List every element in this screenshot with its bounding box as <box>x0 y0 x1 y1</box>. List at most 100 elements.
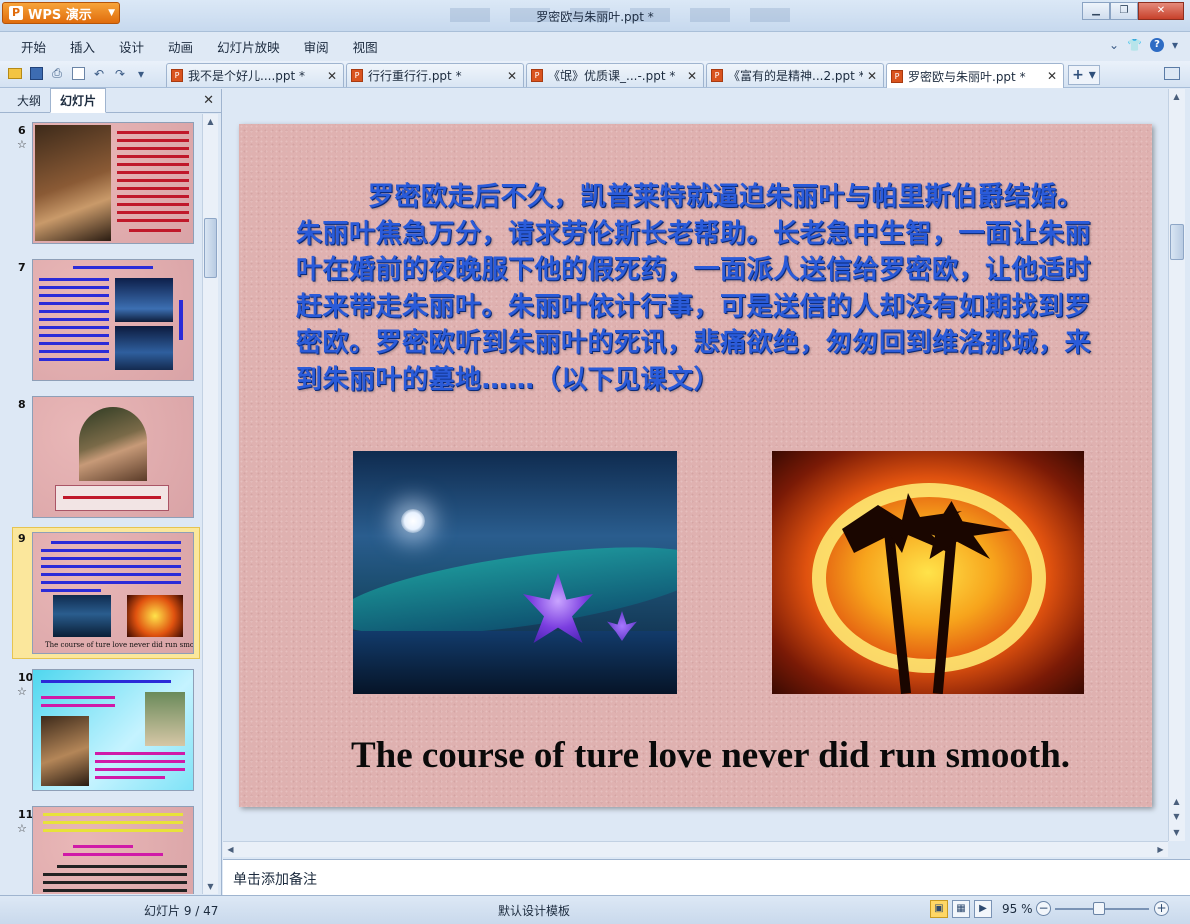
zoom-slider-handle[interactable] <box>1093 902 1105 915</box>
template-name: 默认设计模板 <box>498 904 571 918</box>
thumbnail-scrollbar[interactable]: ▲ ▼ <box>202 114 218 894</box>
close-icon[interactable]: ✕ <box>203 93 214 108</box>
slide-number: 9 <box>18 532 26 545</box>
doc-tab-1[interactable]: P 我不是个好儿....ppt * ✕ <box>166 63 344 87</box>
open-folder-icon[interactable] <box>6 64 24 83</box>
status-bar: 幻灯片 9 / 47 默认设计模板 ▣ ▦ ▶ 95 % − + <box>0 895 1190 924</box>
slide-thumbnail[interactable] <box>32 122 194 244</box>
customize-toolbar-icon[interactable]: ▾ <box>132 64 150 83</box>
maximize-button[interactable]: ❐ <box>1110 2 1138 20</box>
slide-counter: 幻灯片 9 / 47 <box>144 904 219 918</box>
thumbnail-row-9-selected[interactable]: 9 The course of ture love never did run … <box>0 527 202 661</box>
close-icon[interactable]: ✕ <box>1047 69 1057 83</box>
slideshow-view-icon[interactable]: ▶ <box>974 900 992 918</box>
thumb-photo <box>35 125 111 241</box>
slide-number: 8 <box>18 398 26 411</box>
slide-caption[interactable]: The course of ture love never did run sm… <box>239 734 1152 777</box>
scroll-up-icon[interactable]: ▲ <box>203 114 218 129</box>
thumbnail-row-7[interactable]: 7 <box>0 259 202 385</box>
doc-tab-label: 我不是个好儿....ppt * <box>188 69 306 83</box>
undo-icon[interactable]: ↶ <box>90 64 108 83</box>
doc-tab-5-active[interactable]: P 罗密欧与朱丽叶.ppt * ✕ <box>886 63 1064 88</box>
doc-tab-label: 罗密欧与朱丽叶.ppt * <box>908 69 1026 84</box>
panel-tabs: 大纲 幻灯片 ✕ <box>0 88 221 113</box>
slide-thumbnail[interactable]: The course of ture love never did run sm… <box>32 532 194 654</box>
editor-horizontal-scrollbar[interactable]: ◀ ▶ <box>223 841 1168 857</box>
ppt-file-icon: P <box>891 69 903 83</box>
quick-toolbar: ⎙ ↶ ↷ ▾ P 我不是个好儿....ppt * ✕ P 行行重行行.ppt … <box>0 61 1190 88</box>
scroll-right-icon[interactable]: ▶ <box>1153 842 1168 857</box>
menu-animation[interactable]: 动画 <box>157 37 206 56</box>
ribbon-collapse-icon[interactable]: ⌄ <box>1109 38 1119 52</box>
animation-star-icon: ☆ <box>17 822 27 835</box>
slide-canvas[interactable]: 罗密欧走后不久，凯普莱特就逼迫朱丽叶与帕里斯伯爵结婚。朱丽叶焦急万分，请求劳伦斯… <box>239 124 1152 807</box>
menu-view[interactable]: 视图 <box>342 37 391 56</box>
doc-tab-3[interactable]: P 《氓》优质课_...-.ppt * ✕ <box>526 63 704 87</box>
menu-right-controls: ⌄ 👕 ? ▾ <box>1109 38 1178 52</box>
scroll-down-icon[interactable]: ▼ <box>203 879 218 894</box>
zoom-in-icon[interactable]: + <box>1154 901 1169 916</box>
task-pane-toggle-icon[interactable] <box>1164 67 1180 80</box>
close-icon[interactable]: ✕ <box>507 69 517 83</box>
notes-pane[interactable]: 单击添加备注 <box>223 859 1190 895</box>
slide-thumbnail[interactable] <box>32 396 194 518</box>
doc-tab-2[interactable]: P 行行重行行.ppt * ✕ <box>346 63 524 87</box>
window-title: 罗密欧与朱丽叶.ppt * <box>536 10 654 24</box>
thumbnail-row-10[interactable]: 10 ☆ <box>0 669 202 795</box>
menu-home[interactable]: 开始 <box>10 37 59 56</box>
slide-sorter-view-icon[interactable]: ▦ <box>952 900 970 918</box>
scroll-up-icon[interactable]: ▲ <box>1169 794 1184 809</box>
scroll-down-icon[interactable]: ▼ <box>1169 825 1184 840</box>
zoom-level: 95 % <box>1002 902 1033 916</box>
save-icon[interactable] <box>27 64 45 83</box>
slide-editor: 罗密欧走后不久，凯普莱特就逼迫朱丽叶与帕里斯伯爵结婚。朱丽叶焦急万分，请求劳伦斯… <box>223 89 1190 859</box>
menu-design[interactable]: 设计 <box>108 37 157 56</box>
menu-insert[interactable]: 插入 <box>59 37 108 56</box>
doc-tab-4[interactable]: P 《富有的是精神...2.ppt * ✕ <box>706 63 884 87</box>
menu-slideshow[interactable]: 幻灯片放映 <box>206 37 293 56</box>
scroll-up-icon[interactable]: ▲ <box>1169 89 1184 104</box>
editor-vertical-scrollbar[interactable]: ▲ ▲ ▼ ▼ <box>1168 89 1185 841</box>
thumbnail-row-6[interactable]: 6 ☆ <box>0 122 202 248</box>
ppt-file-icon: P <box>531 69 543 82</box>
close-window-button[interactable]: ✕ <box>1138 2 1184 20</box>
slide-thumbnail[interactable] <box>32 259 194 381</box>
scroll-down-icon[interactable]: ▼ <box>1169 809 1184 824</box>
sunset-palm-image[interactable] <box>772 451 1084 694</box>
print-preview-icon[interactable] <box>69 64 87 83</box>
help-icon[interactable]: ? <box>1149 38 1164 52</box>
notes-placeholder[interactable]: 单击添加备注 <box>233 869 317 889</box>
tab-slides[interactable]: 幻灯片 <box>50 88 107 113</box>
close-icon[interactable]: ✕ <box>867 69 877 83</box>
thumbnail-list: 6 ☆ 7 8 9 The course of ture love never … <box>0 114 202 894</box>
slides-panel: 大纲 幻灯片 ✕ 6 ☆ 7 8 9 The course of ture lo… <box>0 88 222 895</box>
scroll-left-icon[interactable]: ◀ <box>223 842 238 857</box>
new-tab-button[interactable]: + ▾ <box>1068 65 1100 85</box>
window-controls: ▁ ❐ ✕ <box>1082 2 1184 20</box>
animation-star-icon: ☆ <box>17 138 27 151</box>
zoom-out-icon[interactable]: − <box>1036 901 1051 916</box>
night-flower-image[interactable] <box>353 451 677 694</box>
normal-view-icon[interactable]: ▣ <box>930 900 948 918</box>
doc-tab-label: 《氓》优质课_...-.ppt * <box>548 69 676 83</box>
redo-icon[interactable]: ↷ <box>111 64 129 83</box>
help-dropdown-icon[interactable]: ▾ <box>1172 38 1178 52</box>
thumbnail-row-11[interactable]: 11 ☆ <box>0 806 202 894</box>
doc-tab-label: 《富有的是精神...2.ppt * <box>728 69 863 83</box>
slide-thumbnail[interactable] <box>32 669 194 791</box>
scrollbar-thumb[interactable] <box>1170 224 1184 260</box>
slide-thumbnail[interactable] <box>32 806 194 894</box>
animation-star-icon: ☆ <box>17 685 27 698</box>
menu-review[interactable]: 审阅 <box>293 37 342 56</box>
ppt-file-icon: P <box>351 69 363 82</box>
tab-outline[interactable]: 大纲 <box>8 89 50 112</box>
close-icon[interactable]: ✕ <box>327 69 337 83</box>
ppt-file-icon: P <box>711 69 723 82</box>
thumbnail-row-8[interactable]: 8 <box>0 396 202 522</box>
scrollbar-thumb[interactable] <box>204 218 217 278</box>
close-icon[interactable]: ✕ <box>687 69 697 83</box>
print-icon[interactable]: ⎙ <box>48 64 66 83</box>
skin-shirt-icon[interactable]: 👕 <box>1127 38 1142 52</box>
slide-body-text[interactable]: 罗密欧走后不久，凯普莱特就逼迫朱丽叶与帕里斯伯爵结婚。朱丽叶焦急万分，请求劳伦斯… <box>296 179 1096 398</box>
minimize-button[interactable]: ▁ <box>1082 2 1110 20</box>
